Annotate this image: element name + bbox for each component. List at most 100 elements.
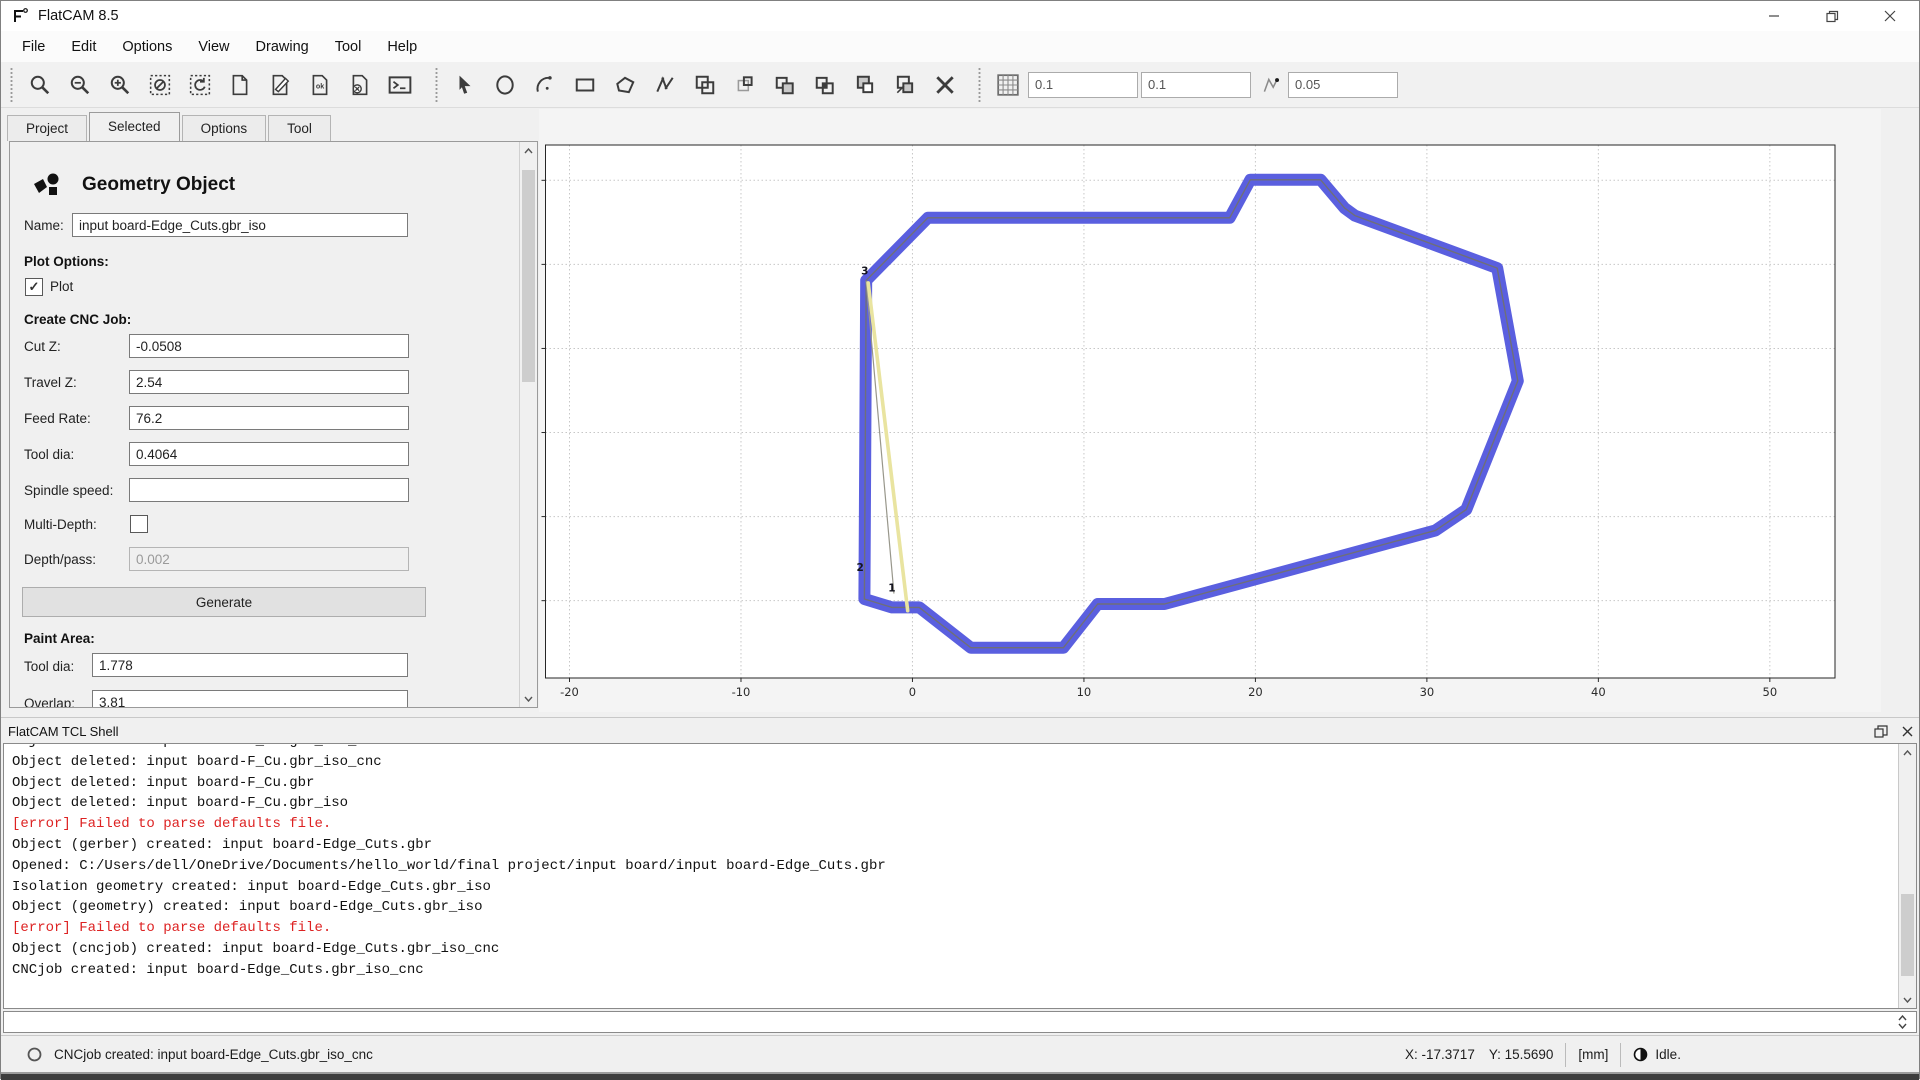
- close-button[interactable]: [1861, 1, 1919, 31]
- shell-button[interactable]: [380, 66, 420, 104]
- notebook-tabs: Project Selected Options Tool: [7, 113, 333, 141]
- shell-log-line: CNCjob created: input board-Edge_Cuts.gb…: [12, 960, 1896, 981]
- spindle-speed-input[interactable]: [129, 478, 409, 502]
- zoom-out-icon: [69, 74, 91, 96]
- scroll-down-icon[interactable]: [1899, 991, 1916, 1008]
- tool-dia-input[interactable]: [129, 442, 409, 466]
- copy-geometry-button[interactable]: [725, 66, 765, 104]
- draw-arc-button[interactable]: [525, 66, 565, 104]
- draw-rectangle-button[interactable]: [565, 66, 605, 104]
- status-separator: [1565, 1043, 1566, 1067]
- new-project-button[interactable]: [220, 66, 260, 104]
- selected-object-panel: Geometry Object Name: Plot Options: ✓ Pl…: [9, 141, 538, 708]
- units-indicator: [mm]: [1578, 1047, 1608, 1062]
- menu-view[interactable]: View: [185, 34, 242, 60]
- union-button[interactable]: [765, 66, 805, 104]
- copy-icon: [694, 74, 716, 96]
- status-activity-icon: [27, 1047, 42, 1062]
- grid-snap-toggle[interactable]: [988, 66, 1028, 104]
- svg-text:ok: ok: [316, 82, 324, 90]
- overlap-input[interactable]: [92, 690, 408, 708]
- depth-pass-label: Depth/pass:: [24, 552, 96, 567]
- tab-project[interactable]: Project: [7, 115, 87, 141]
- cursor-x-value: -17.3717: [1422, 1047, 1475, 1062]
- corner-snap-toggle[interactable]: [1254, 66, 1288, 104]
- minimize-icon: [1768, 10, 1780, 22]
- menu-tool[interactable]: Tool: [322, 34, 375, 60]
- scroll-up-icon[interactable]: [1899, 744, 1916, 761]
- shell-command-input[interactable]: [3, 1011, 1917, 1033]
- spin-down-icon[interactable]: [1898, 1023, 1907, 1029]
- clear-plot-button[interactable]: [140, 66, 180, 104]
- panel-scrollbar[interactable]: [519, 142, 537, 707]
- plot-checkbox[interactable]: ✓: [25, 278, 43, 296]
- save-project-button[interactable]: ok: [300, 66, 340, 104]
- menu-edit[interactable]: Edit: [58, 34, 109, 60]
- cut-path-icon: [894, 74, 916, 96]
- menu-help[interactable]: Help: [374, 34, 430, 60]
- cut-z-label: Cut Z:: [24, 339, 61, 354]
- overlap-label: Overlap:: [24, 696, 75, 708]
- tab-tool[interactable]: Tool: [268, 115, 331, 141]
- x-tick-label: 50: [1763, 685, 1778, 699]
- paint-tool-dia-label: Tool dia:: [24, 659, 74, 674]
- multi-depth-checkbox[interactable]: [130, 515, 148, 533]
- zoom-fit-button[interactable]: [20, 66, 60, 104]
- grid-x-input[interactable]: [1028, 72, 1138, 98]
- plot-canvas[interactable]: -20-10010203040500510152025321: [539, 109, 1881, 712]
- paint-tool-dia-input[interactable]: [92, 653, 408, 677]
- shell-log-line: Object (geometry) created: input board-E…: [12, 897, 1896, 918]
- delete-shape-button[interactable]: [925, 66, 965, 104]
- replot-button[interactable]: [180, 66, 220, 104]
- cut-z-input[interactable]: [129, 334, 409, 358]
- save-project-as-button[interactable]: [340, 66, 380, 104]
- panel-scrollbar-thumb[interactable]: [522, 170, 535, 382]
- minimize-button[interactable]: [1745, 1, 1803, 31]
- select-tool-button[interactable]: [445, 66, 485, 104]
- generate-cncjob-button[interactable]: Generate: [22, 587, 426, 617]
- draw-circle-button[interactable]: [485, 66, 525, 104]
- zoom-out-button[interactable]: [60, 66, 100, 104]
- title-bar: FlatCAM 8.5: [1, 1, 1919, 31]
- subtract-button[interactable]: [845, 66, 885, 104]
- copy-objects-button[interactable]: [685, 66, 725, 104]
- tab-selected[interactable]: Selected: [89, 112, 180, 141]
- travel-z-input[interactable]: [129, 370, 409, 394]
- open-project-button[interactable]: [260, 66, 300, 104]
- scroll-up-icon[interactable]: [520, 142, 537, 159]
- close-shell-icon[interactable]: [1902, 726, 1913, 737]
- draw-path-button[interactable]: [645, 66, 685, 104]
- shell-output[interactable]: Object deleted: input board-F_Cu.gbr_iso…: [3, 743, 1917, 1009]
- main-toolbar: ok: [1, 62, 1919, 108]
- menu-file[interactable]: File: [9, 34, 58, 60]
- polygon-tool-icon: [614, 74, 636, 96]
- feed-rate-input[interactable]: [129, 406, 409, 430]
- shell-error-line: [error] Failed to parse defaults file.: [12, 918, 1896, 939]
- cut-path-button[interactable]: [885, 66, 925, 104]
- restore-button[interactable]: [1803, 1, 1861, 31]
- spin-up-icon[interactable]: [1898, 1015, 1907, 1021]
- depth-pass-input[interactable]: [129, 547, 409, 571]
- cursor-icon: [454, 74, 476, 96]
- shell-scrollbar[interactable]: [1898, 744, 1916, 1008]
- shell-titlebar[interactable]: FlatCAM TCL Shell: [1, 717, 1919, 744]
- shell-scrollbar-thumb[interactable]: [1901, 894, 1914, 976]
- intersection-button[interactable]: [805, 66, 845, 104]
- shell-log-line: Opened: C:/Users/dell/OneDrive/Documents…: [12, 856, 1896, 877]
- shell-error-line: [error] Failed to parse defaults file.: [12, 814, 1896, 835]
- grid-y-input[interactable]: [1141, 72, 1251, 98]
- shell-input-spinner[interactable]: [1893, 1011, 1911, 1033]
- tab-options[interactable]: Options: [182, 115, 267, 141]
- save-as-file-icon: [349, 74, 371, 96]
- draw-polygon-button[interactable]: [605, 66, 645, 104]
- float-panel-icon[interactable]: [1874, 725, 1888, 738]
- zoom-in-button[interactable]: [100, 66, 140, 104]
- menu-options[interactable]: Options: [109, 34, 185, 60]
- object-name-input[interactable]: [72, 213, 408, 237]
- shell-title: FlatCAM TCL Shell: [8, 724, 119, 739]
- restore-icon: [1826, 10, 1839, 23]
- snap-max-input[interactable]: [1288, 72, 1398, 98]
- shell-icon: [388, 74, 412, 96]
- scroll-down-icon[interactable]: [520, 690, 537, 707]
- menu-drawing[interactable]: Drawing: [243, 34, 322, 60]
